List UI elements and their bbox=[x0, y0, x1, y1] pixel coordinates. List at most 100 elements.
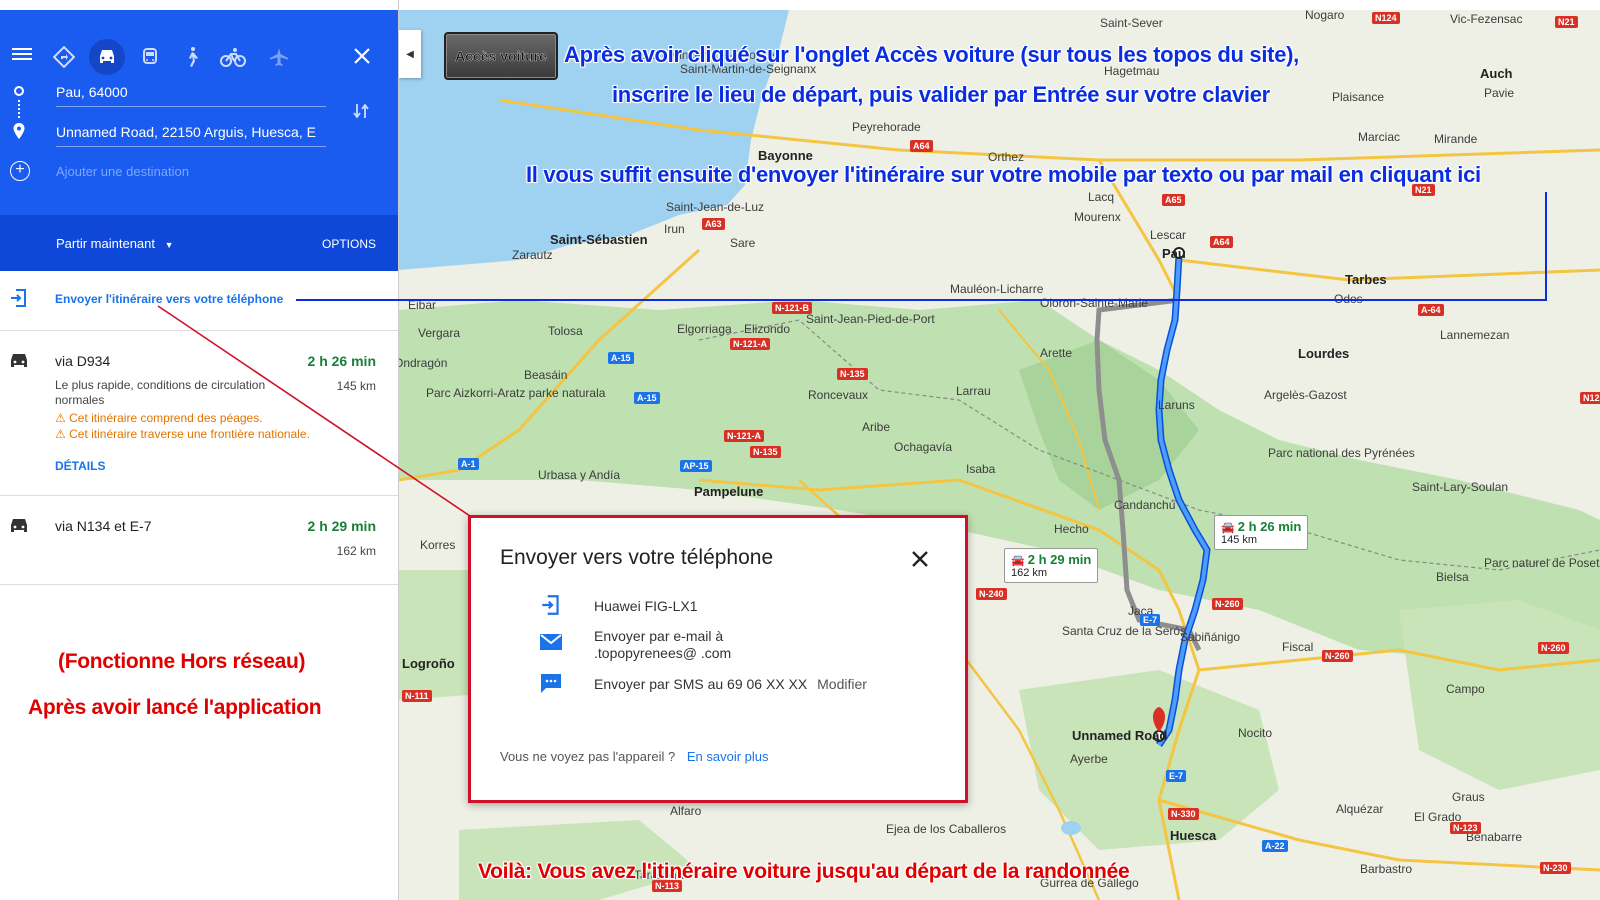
map-place-label: Nogaro bbox=[1305, 10, 1345, 22]
road-badge: A-15 bbox=[634, 392, 660, 404]
options-button[interactable]: OPTIONS bbox=[322, 237, 376, 251]
menu-icon[interactable] bbox=[8, 40, 36, 68]
map-place-label: Candanchú bbox=[1114, 498, 1176, 512]
close-icon[interactable] bbox=[909, 548, 931, 575]
map-place-label: Parc Aizkorri-Aratz parke naturala bbox=[426, 386, 606, 400]
add-destination-input[interactable]: Ajouter une destination bbox=[56, 164, 189, 179]
road-badge: N-260 bbox=[1322, 650, 1353, 662]
modify-link[interactable]: Modifier bbox=[817, 676, 867, 692]
device-option[interactable]: Huawei FIG-LX1 bbox=[594, 598, 697, 614]
directions-panel: Pau, 64000 Unnamed Road, 22150 Arguis, H… bbox=[0, 0, 399, 900]
road-badge: N-135 bbox=[837, 368, 868, 380]
route-warning-border: ⚠ Cet itinéraire traverse une frontière … bbox=[55, 427, 310, 441]
origin-input[interactable]: Pau, 64000 bbox=[56, 84, 326, 107]
bike-icon[interactable] bbox=[216, 40, 250, 74]
collapse-panel-button[interactable]: ◀ bbox=[399, 30, 421, 78]
destination-input[interactable]: Unnamed Road, 22150 Arguis, Huesca, E bbox=[56, 124, 326, 147]
add-destination-icon[interactable]: + bbox=[10, 161, 30, 181]
dialog-footer: Vous ne voyez pas l'appareil ? En savoir… bbox=[500, 749, 769, 764]
depart-dropdown[interactable]: Partir maintenant ▼ bbox=[56, 236, 174, 251]
car-icon: 🚘 bbox=[1011, 555, 1025, 567]
warning-text: Cet itinéraire comprend des péages. bbox=[69, 411, 263, 425]
map-place-label: Huesca bbox=[1170, 828, 1217, 843]
road-badge: N-260 bbox=[1212, 598, 1243, 610]
sms-option[interactable]: Envoyer par SMS au 69 06 XX XX Modifier bbox=[594, 676, 867, 692]
flight-icon[interactable] bbox=[262, 40, 296, 74]
annotation-after-launch: Après avoir lancé l'application bbox=[28, 696, 322, 720]
road-badge: A65 bbox=[1162, 194, 1185, 206]
map-place-label: Pau bbox=[1162, 246, 1186, 261]
walk-icon[interactable] bbox=[175, 40, 209, 74]
map-place-label: Unnamed Road bbox=[1072, 728, 1168, 743]
route-tab-2[interactable]: 🚘 2 h 29 min 162 km bbox=[1004, 548, 1099, 583]
map-place-label: Parc national des Pyrénées bbox=[1268, 446, 1415, 460]
route-name: via N134 et E-7 bbox=[55, 518, 152, 534]
send-to-phone-dialog: Envoyer vers votre téléphone Huawei FIG-… bbox=[468, 515, 968, 803]
chevron-down-icon: ▼ bbox=[164, 240, 174, 250]
route-tab-distance: 145 km bbox=[1221, 534, 1258, 546]
learn-more-link[interactable]: En savoir plus bbox=[687, 749, 769, 764]
directions-icon[interactable] bbox=[47, 40, 81, 74]
warning-text: Cet itinéraire traverse une frontière na… bbox=[69, 427, 310, 441]
route-description: Le plus rapide, conditions de circulatio… bbox=[55, 378, 266, 407]
car-icon[interactable] bbox=[89, 39, 125, 75]
send-to-phone-row[interactable]: Envoyer l'itinéraire vers votre téléphon… bbox=[0, 272, 398, 328]
map-place-label: Ondragón bbox=[399, 356, 448, 370]
map-place-label: Ayerbe bbox=[1070, 752, 1108, 766]
sms-icon bbox=[539, 672, 567, 698]
annotation-line-1: Après avoir cliqué sur l'onglet Accès vo… bbox=[564, 42, 1300, 68]
directions-header: Pau, 64000 Unnamed Road, 22150 Arguis, H… bbox=[0, 10, 398, 215]
map-place-label: Irun bbox=[664, 222, 685, 236]
footer-question: Vous ne voyez pas l'appareil ? bbox=[500, 749, 676, 764]
map-place-label: Eibar bbox=[408, 298, 437, 312]
transit-icon[interactable] bbox=[133, 40, 167, 74]
annotation-line-3: Il vous suffit ensuite d'envoyer l'itiné… bbox=[526, 162, 1482, 188]
map-place-label: Bayonne bbox=[758, 148, 813, 163]
map-place-label: Arette bbox=[1040, 346, 1073, 360]
map-place-label: Mourenx bbox=[1074, 210, 1121, 224]
map-place-label: Pampelune bbox=[694, 484, 764, 499]
route-option-2[interactable]: via N134 et E-7 2 h 29 min 162 km bbox=[0, 495, 398, 585]
map-place-label: Lannemezan bbox=[1440, 328, 1510, 342]
map-place-label: Sabiñánigo bbox=[1180, 630, 1241, 644]
route-distance: 145 km bbox=[336, 379, 376, 393]
send-to-device-icon bbox=[539, 593, 567, 619]
map-place-label: Mirande bbox=[1434, 132, 1478, 146]
route-tab-1[interactable]: 🚘 2 h 26 min 145 km bbox=[1214, 515, 1309, 550]
destination-pin-icon bbox=[12, 122, 26, 145]
road-badge: A-15 bbox=[608, 352, 634, 364]
send-to-device-icon bbox=[8, 287, 30, 314]
acces-voiture-button[interactable]: Accès voiture bbox=[444, 32, 558, 80]
road-badge: N-121-B bbox=[772, 302, 813, 314]
depart-label: Partir maintenant bbox=[56, 236, 155, 251]
road-badge: N-135 bbox=[750, 446, 781, 458]
depart-bar: Partir maintenant ▼ OPTIONS bbox=[0, 215, 398, 271]
road-badge: N-123 bbox=[1450, 822, 1481, 834]
map-place-label: Auch bbox=[1480, 66, 1513, 81]
map-place-label: Alquézar bbox=[1336, 802, 1384, 816]
swap-icon[interactable] bbox=[350, 100, 372, 127]
email-option[interactable]: Envoyer par e-mail à .topopyrenees@ .com bbox=[594, 628, 731, 662]
map-place-label: Campo bbox=[1446, 682, 1485, 696]
close-icon[interactable] bbox=[350, 44, 374, 68]
send-to-phone-link[interactable]: Envoyer l'itinéraire vers votre téléphon… bbox=[55, 292, 283, 306]
map-place-label: Odos bbox=[1334, 292, 1363, 306]
email-icon bbox=[539, 632, 567, 658]
details-button[interactable]: DÉTAILS bbox=[55, 459, 105, 473]
map-place-label: Lourdes bbox=[1298, 346, 1350, 361]
route-option-1[interactable]: via D934 2 h 26 min 145 km Le plus rapid… bbox=[0, 330, 398, 495]
route-warning-toll: ⚠ Cet itinéraire comprend des péages. bbox=[55, 411, 263, 425]
map-place-label: Urbasa y Andía bbox=[538, 468, 621, 482]
route-name: via D934 bbox=[55, 353, 111, 369]
road-badge: N-111 bbox=[402, 690, 432, 702]
road-badge: N-260 bbox=[1538, 642, 1569, 654]
road-badge: A64 bbox=[1210, 236, 1233, 248]
car-icon bbox=[8, 351, 30, 376]
road-badge: E-7 bbox=[1166, 770, 1187, 782]
road-badge: N21 bbox=[1555, 16, 1578, 28]
route-dots-icon bbox=[18, 100, 22, 118]
road-badge: A-1 bbox=[458, 458, 479, 470]
road-badge: A63 bbox=[702, 218, 725, 230]
map-place-label: Vergara bbox=[418, 326, 461, 340]
annotation-line-2: inscrire le lieu de départ, puis valider… bbox=[612, 82, 1271, 108]
